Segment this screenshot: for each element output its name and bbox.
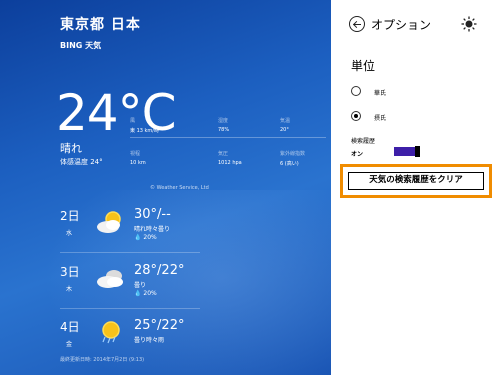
options-panel: オプション 単位 華氏 摂氏 検索履歴 オン 天気の検索履歴をクリア xyxy=(331,0,500,375)
feels-like: 体感温度 24° xyxy=(60,158,103,166)
detail-visibility: 視程 10 km xyxy=(130,150,146,166)
forecast-day[interactable]: 3日 木 28°/22° 曇り 💧 20% xyxy=(60,263,210,313)
detail-value: 10 km xyxy=(130,160,146,166)
search-history-toggle[interactable] xyxy=(394,146,420,157)
detail-key: 紫外線指数 xyxy=(280,151,306,157)
forecast-date-number: 3日 xyxy=(60,265,80,279)
units-title: 単位 xyxy=(351,59,376,73)
back-arrow-icon[interactable] xyxy=(349,16,365,32)
detail-key: 気温 xyxy=(280,118,291,124)
forecast-condition: 晴れ時々曇り xyxy=(134,226,171,233)
detail-value: 1012 hpa xyxy=(218,160,242,166)
forecast-divider xyxy=(60,308,200,309)
detail-wind: 風 東 13 km/時 xyxy=(130,117,159,134)
forecast-weekday: 水 xyxy=(66,230,73,237)
fahrenheit-label: 華氏 xyxy=(374,90,387,97)
detail-key: 視程 xyxy=(130,151,141,157)
partly-sunny-icon xyxy=(97,211,121,233)
forecast-temperature: 30°/‐‐ xyxy=(134,207,171,222)
app-name: BING 天気 xyxy=(60,41,102,50)
clear-history-button[interactable]: 天気の検索履歴をクリア xyxy=(348,172,484,190)
current-condition: 晴れ xyxy=(60,142,82,155)
search-history-label: 検索履歴 xyxy=(351,138,376,145)
detail-value: 78% xyxy=(218,127,230,133)
details-divider xyxy=(130,137,326,138)
last-updated: 最終更新日時: 2014年7月2日 (9:13) xyxy=(60,357,145,363)
forecast-precipitation: 💧 20% xyxy=(134,290,157,297)
forecast-temperature: 28°/22° xyxy=(134,263,185,278)
toggle-thumb[interactable] xyxy=(415,146,420,157)
detail-value: 20° xyxy=(280,127,289,133)
celsius-label: 摂氏 xyxy=(374,115,387,122)
forecast-date-number: 4日 xyxy=(60,320,80,334)
toggle-state-label: オン xyxy=(351,151,364,158)
celsius-radio[interactable] xyxy=(351,111,361,121)
forecast-condition: 曇り時々雨 xyxy=(134,337,165,344)
detail-humidity: 湿度 78% xyxy=(218,117,229,133)
cloudy-icon xyxy=(97,270,123,288)
forecast-date: 2日 水 xyxy=(60,207,80,237)
detail-value: 6 (高い) xyxy=(280,161,299,167)
sun-icon xyxy=(461,16,477,32)
detail-key: 湿度 xyxy=(218,118,229,124)
fahrenheit-radio[interactable] xyxy=(351,86,361,96)
detail-value: 東 13 km/時 xyxy=(130,128,159,134)
detail-key: 風 xyxy=(130,118,136,124)
forecast-temperature: 25°/22° xyxy=(134,318,185,333)
weather-app: 東京都 日本 BING 天気 24°C 晴れ 体感温度 24° 風 東 13 k… xyxy=(0,0,331,375)
forecast-day[interactable]: 2日 水 30°/‐‐ 晴れ時々曇り 💧 20% xyxy=(60,207,210,257)
forecast-weekday: 金 xyxy=(66,341,73,348)
sun-rain-icon xyxy=(102,321,120,344)
detail-pressure: 気圧 1012 hpa xyxy=(218,150,242,166)
forecast-precipitation: 💧 20% xyxy=(134,234,157,241)
panel-title: オプション xyxy=(371,18,432,32)
detail-uv-index: 紫外線指数 6 (高い) xyxy=(280,150,305,167)
detail-key: 気圧 xyxy=(218,151,229,157)
forecast-date: 4日 金 xyxy=(60,318,80,348)
highlight-frame: 天気の検索履歴をクリア xyxy=(340,164,492,198)
forecast-weekday: 木 xyxy=(66,286,73,293)
city-name: 東京都 日本 xyxy=(60,17,141,33)
forecast-divider xyxy=(60,252,200,253)
weather-credit: © Weather Service, Ltd xyxy=(150,185,209,191)
forecast-condition: 曇り xyxy=(134,282,147,289)
detail-temperature: 気温 20° xyxy=(280,117,290,133)
forecast-date-number: 2日 xyxy=(60,209,80,223)
forecast-date: 3日 木 xyxy=(60,263,80,293)
